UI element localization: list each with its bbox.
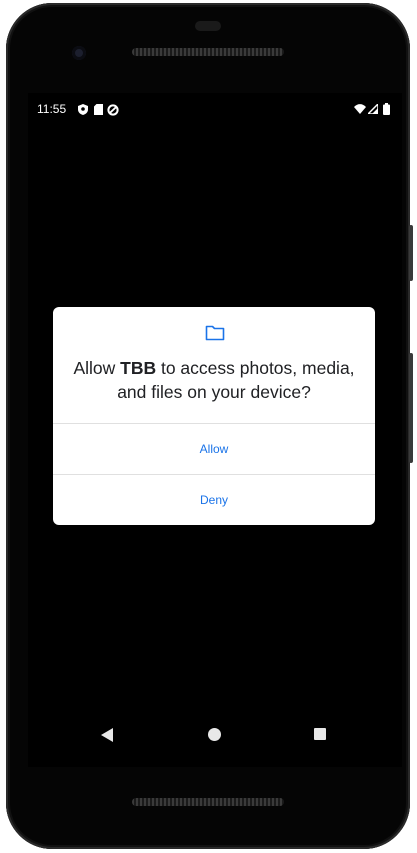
front-camera [72, 46, 86, 60]
home-icon[interactable] [208, 728, 221, 741]
permission-dialog: Allow TBB to access photos, media, and f… [53, 307, 375, 525]
deny-button[interactable]: Deny [53, 475, 375, 525]
wifi-icon [354, 104, 366, 114]
data-saver-icon [107, 104, 119, 116]
back-icon[interactable] [101, 728, 113, 742]
status-time: 11:55 [37, 102, 67, 116]
screen: 11:55 Allow TBB to access photos, media,… [28, 93, 402, 767]
navigation-bar [28, 713, 402, 753]
permission-message: Allow TBB to access photos, media, and f… [61, 356, 367, 404]
power-button [409, 225, 413, 281]
bottom-speaker-grille [132, 798, 284, 806]
allow-button[interactable]: Allow [53, 424, 375, 474]
app-name: TBB [120, 358, 157, 378]
sd-card-icon [94, 104, 103, 115]
top-speaker-grille [132, 48, 284, 56]
battery-icon [383, 103, 390, 115]
shield-icon [78, 104, 88, 115]
status-bar: 11:55 [28, 93, 402, 125]
volume-button [409, 353, 413, 463]
phone-frame: 11:55 Allow TBB to access photos, media,… [6, 3, 413, 849]
cell-signal-icon [368, 104, 378, 114]
recents-icon[interactable] [314, 728, 326, 740]
folder-icon [205, 325, 225, 341]
message-prefix: Allow [73, 358, 121, 378]
earpiece-notch [195, 21, 221, 31]
